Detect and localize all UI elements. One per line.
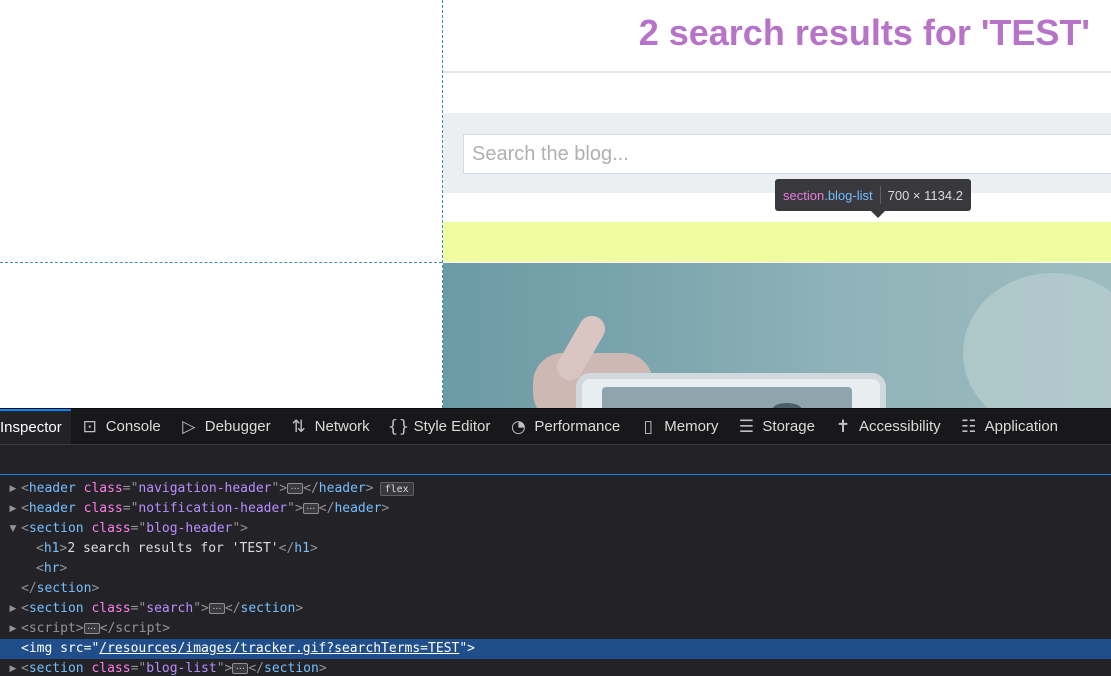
expand-arrow-icon[interactable]: ▶ bbox=[8, 599, 18, 619]
tab-console-label: Console bbox=[105, 418, 161, 435]
memory-icon: ▯ bbox=[643, 416, 653, 437]
tab-style-editor[interactable]: {} Style Editor bbox=[379, 409, 500, 444]
tab-style-editor-label: Style Editor bbox=[413, 418, 491, 435]
markup-search-bar[interactable] bbox=[0, 445, 1111, 475]
markup-node-notification-header[interactable]: ▶ <header class="notification-header">… <… bbox=[0, 499, 1111, 519]
tab-performance-label: Performance bbox=[534, 418, 621, 435]
tab-memory-label: Memory bbox=[664, 418, 719, 435]
infobar-arrow bbox=[871, 211, 885, 218]
network-icon: ⇅ bbox=[291, 416, 306, 437]
title-divider bbox=[443, 71, 1111, 73]
blog-post-image[interactable] bbox=[443, 263, 1111, 408]
collapsed-children-icon[interactable]: … bbox=[287, 483, 304, 494]
expand-arrow-icon[interactable]: ▶ bbox=[8, 499, 18, 519]
highlighter-infobar: section .blog-list 700 × 1134.2 bbox=[775, 179, 971, 211]
tab-debugger-label: Debugger bbox=[204, 418, 271, 435]
tab-network-label: Network bbox=[314, 418, 370, 435]
collapse-arrow-icon[interactable]: ▼ bbox=[8, 519, 18, 539]
storage-icon: ☰ bbox=[738, 416, 755, 437]
tab-application-label: Application bbox=[984, 418, 1059, 435]
infobar-dimensions: 700 × 1134.2 bbox=[887, 187, 963, 203]
blog-search-input[interactable]: Search the blog... bbox=[463, 134, 1111, 174]
performance-icon: ◔ bbox=[510, 416, 526, 437]
expand-arrow-icon[interactable]: ▶ bbox=[8, 659, 18, 676]
collapsed-children-icon[interactable]: … bbox=[83, 623, 100, 634]
tab-inspector[interactable]: Inspector bbox=[0, 409, 71, 444]
highlighter-guide-horizontal bbox=[0, 262, 442, 263]
tab-console[interactable]: ⊡ Console bbox=[71, 409, 170, 444]
flex-badge[interactable]: flex bbox=[379, 481, 414, 496]
collapsed-children-icon[interactable]: … bbox=[302, 503, 319, 514]
page-title: 2 search results for 'TEST' bbox=[638, 12, 1090, 53]
debugger-icon: ▷ bbox=[182, 416, 196, 437]
markup-node-search-section[interactable]: ▶ <section class="search">… </section> bbox=[0, 599, 1111, 619]
tab-storage-label: Storage bbox=[762, 418, 815, 435]
markup-node-blog-list[interactable]: ▶ <section class="blog-list">… </section> bbox=[0, 659, 1111, 676]
devtools-toolbar: Inspector ⊡ Console ▷ Debugger ⇅ Network… bbox=[0, 408, 1111, 445]
img-src-link[interactable]: /resources/images/tracker.gif?searchTerm… bbox=[99, 641, 459, 656]
tab-storage[interactable]: ☰ Storage bbox=[727, 409, 824, 444]
collapsed-children-icon[interactable]: … bbox=[208, 603, 225, 614]
tab-accessibility-label: Accessibility bbox=[858, 418, 941, 435]
markup-node-blog-header[interactable]: ▼ <section class="blog-header"> bbox=[0, 519, 1111, 539]
markup-node-img-selected[interactable]: <img src="/resources/images/tracker.gif?… bbox=[0, 639, 1111, 659]
expand-arrow-icon[interactable]: ▶ bbox=[8, 619, 18, 639]
markup-node-hr[interactable]: <hr> bbox=[0, 559, 1111, 579]
markup-view: ▶ <header class="navigation-header">… </h… bbox=[0, 476, 1111, 676]
tab-network[interactable]: ⇅ Network bbox=[280, 409, 379, 444]
application-icon: ☷ bbox=[961, 416, 977, 437]
accessibility-icon: ✝ bbox=[835, 416, 851, 437]
tab-memory[interactable]: ▯ Memory bbox=[629, 409, 727, 444]
tab-performance[interactable]: ◔ Performance bbox=[499, 409, 629, 444]
infobar-tag: section bbox=[783, 187, 825, 203]
devtools-panel: Inspector ⊡ Console ▷ Debugger ⇅ Network… bbox=[0, 408, 1111, 676]
page-viewport: 2 search results for 'TEST' Search the b… bbox=[0, 0, 1111, 408]
markup-node-h1[interactable]: <h1>2 search results for 'TEST'</h1> bbox=[0, 539, 1111, 559]
markup-node-section-close[interactable]: </section> bbox=[0, 579, 1111, 599]
tab-accessibility[interactable]: ✝ Accessibility bbox=[824, 409, 950, 444]
tab-debugger[interactable]: ▷ Debugger bbox=[170, 409, 280, 444]
highlighted-element-region bbox=[443, 222, 1111, 262]
markup-node-script[interactable]: ▶ <script>… </script> bbox=[0, 619, 1111, 639]
collapsed-children-icon[interactable]: … bbox=[232, 663, 249, 674]
expand-arrow-icon[interactable]: ▶ bbox=[8, 479, 18, 499]
tab-application[interactable]: ☷ Application bbox=[950, 409, 1067, 444]
tab-inspector-label: Inspector bbox=[0, 419, 62, 436]
markup-node-navigation-header[interactable]: ▶ <header class="navigation-header">… </h… bbox=[0, 479, 1111, 499]
style-editor-icon: {} bbox=[387, 416, 410, 437]
console-icon: ⊡ bbox=[82, 416, 97, 437]
infobar-class: .blog-list bbox=[824, 187, 873, 203]
